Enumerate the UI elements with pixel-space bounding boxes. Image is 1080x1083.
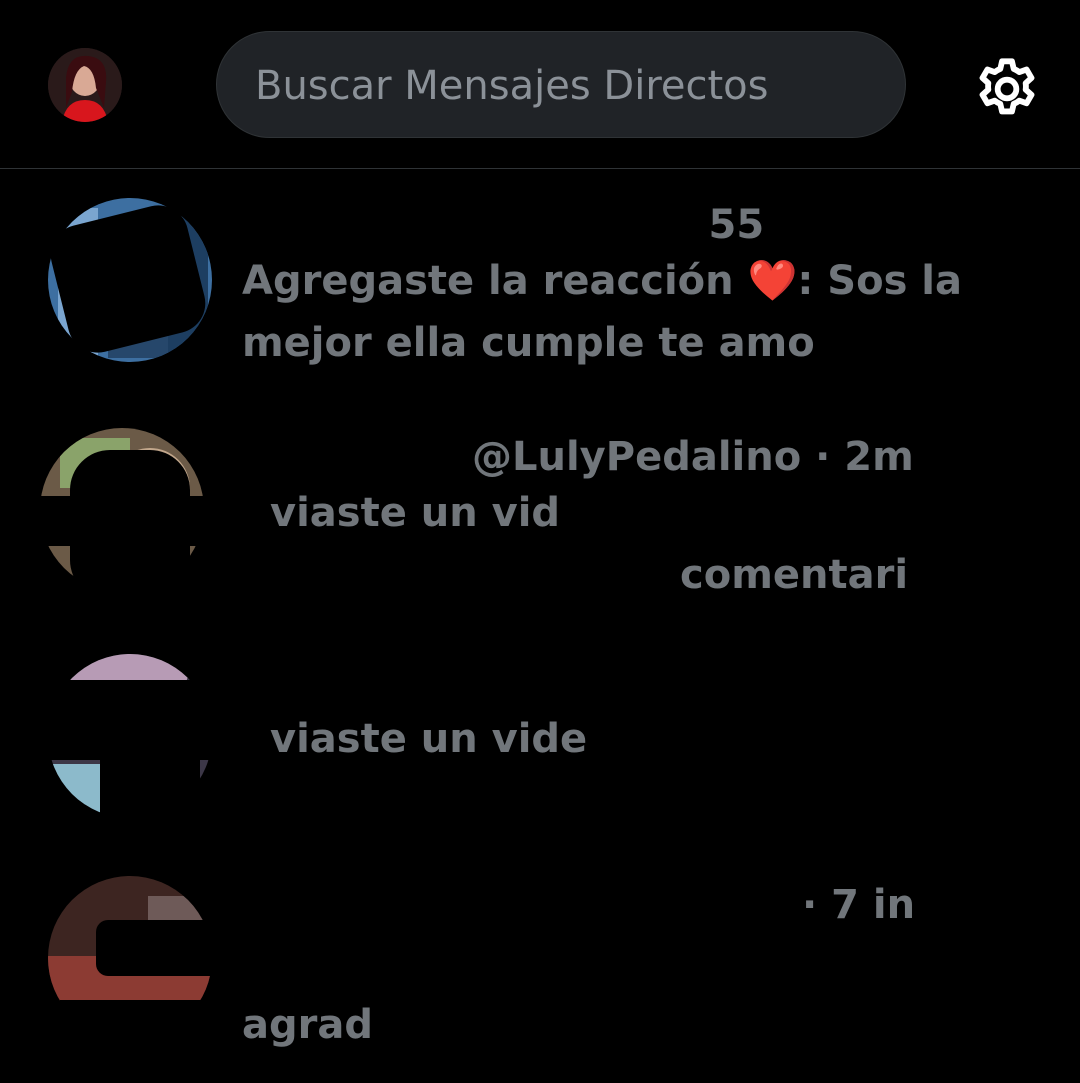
redaction-overlay — [240, 426, 470, 482]
redaction-overlay — [400, 530, 680, 610]
redaction-overlay — [600, 700, 800, 760]
redaction-overlay — [390, 986, 810, 1056]
conversation-item[interactable]: viaste un vide — [0, 640, 1080, 840]
conversation-item[interactable]: · 7 in agrad — [0, 860, 1080, 1080]
redaction-overlay — [100, 750, 200, 830]
search-box[interactable] — [216, 31, 906, 139]
redaction-overlay — [96, 920, 236, 976]
profile-avatar[interactable] — [48, 48, 122, 122]
gear-icon[interactable] — [972, 54, 1042, 124]
conversation-item[interactable]: 607 · 55 Agregaste la reacción ❤️: Sos l… — [0, 170, 1080, 390]
top-bar — [0, 0, 1080, 169]
heart-icon: ❤️ — [747, 258, 798, 304]
redaction-overlay — [230, 184, 710, 244]
redaction-overlay — [240, 874, 800, 934]
profile-photo — [48, 48, 122, 122]
redaction-overlay — [60, 1000, 220, 1060]
conversation-preview-line2: comentari — [680, 552, 909, 598]
redaction-overlay — [70, 450, 190, 600]
conversation-preview: Agregaste la reacción ❤️: Sos la mejor e… — [242, 258, 963, 366]
search-input[interactable] — [253, 32, 877, 139]
conversation-item[interactable]: @LulyPedalino · 2m viaste un vid comenta… — [0, 410, 1080, 620]
